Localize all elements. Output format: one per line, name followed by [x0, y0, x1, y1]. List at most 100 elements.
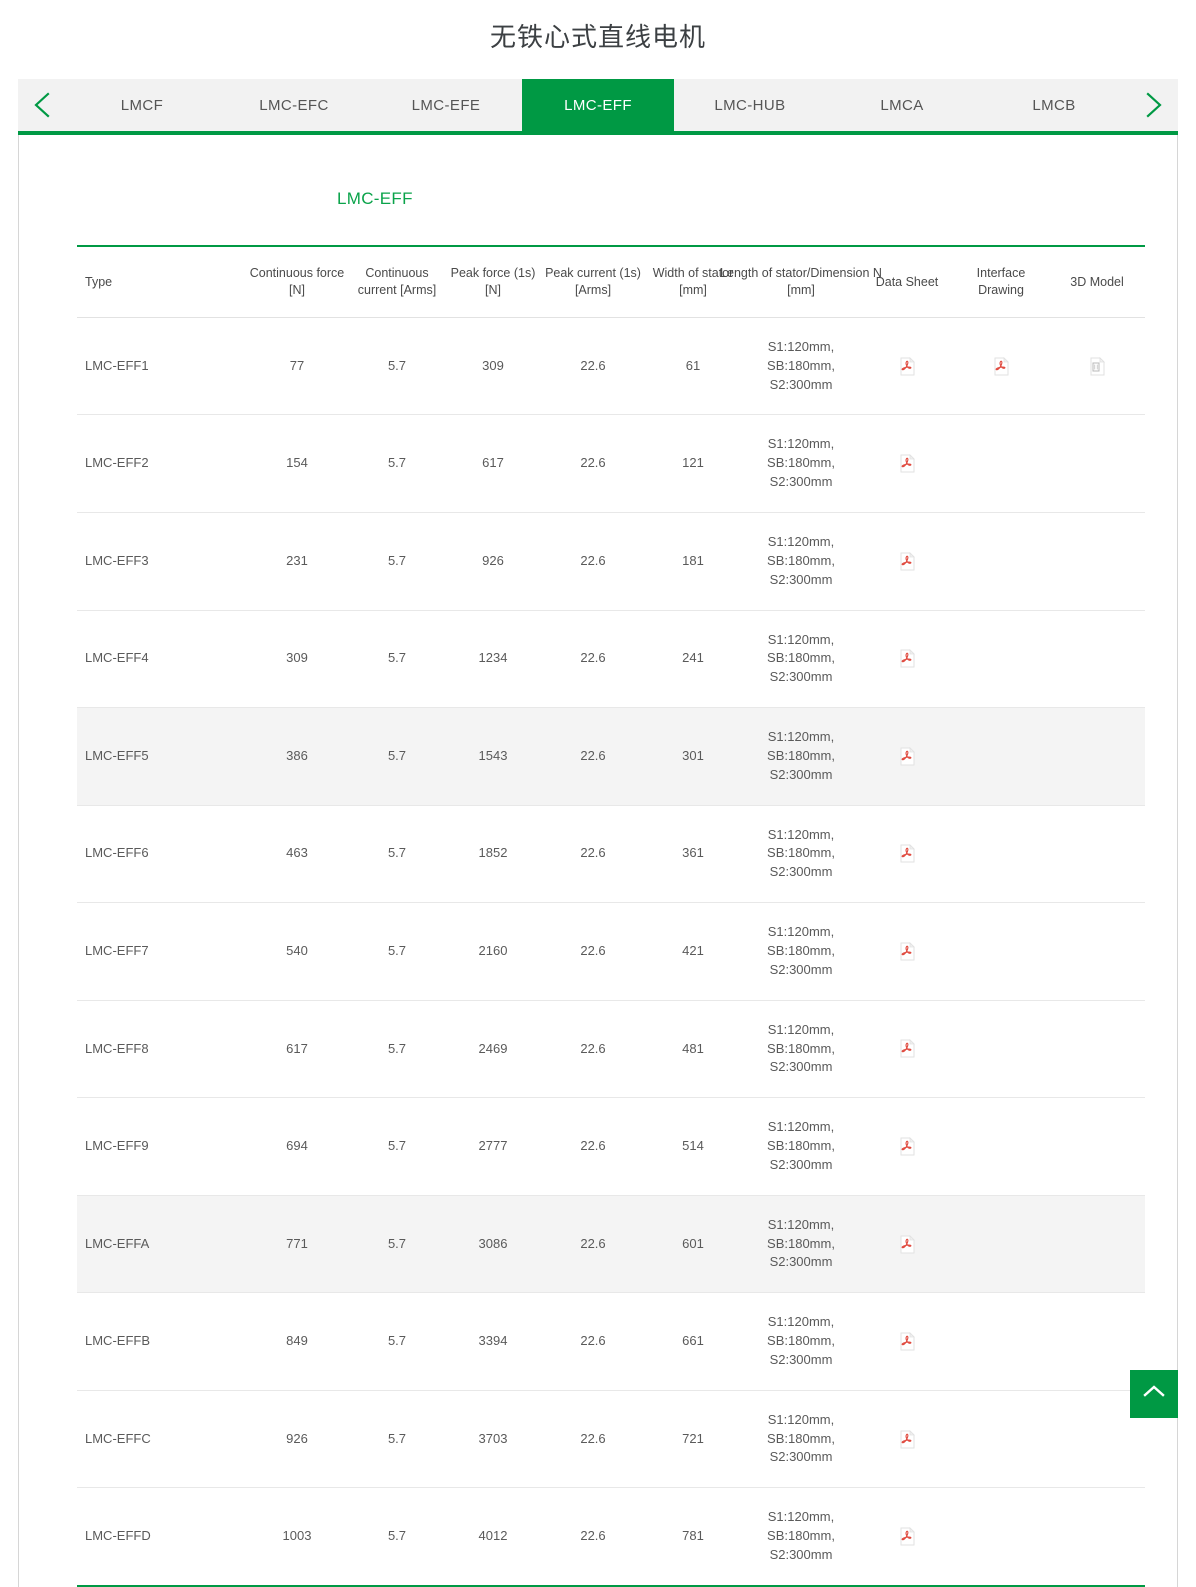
cell-peak-force: 4012 — [478, 1528, 508, 1544]
cell-peak-current: 22.6 — [580, 1528, 606, 1544]
data-sheet-link[interactable] — [899, 1527, 916, 1546]
model-3d-link-cell — [1049, 414, 1145, 513]
cell-continuous-force: 926 — [245, 1390, 349, 1489]
interface-drawing-link-cell — [953, 610, 1049, 709]
cell-peak-current: 22.6 — [541, 1097, 645, 1196]
cell-continuous-force: 154 — [245, 414, 349, 513]
column-header-continuous-force: Continuous force [N] — [245, 246, 349, 318]
cell-length-of-stator: S1:120mm, SB:180mm, S2:300mm — [741, 805, 861, 904]
cell-peak-current: 22.6 — [541, 1195, 645, 1294]
data-sheet-link[interactable] — [899, 1332, 916, 1351]
data-sheet-link[interactable] — [899, 1039, 916, 1058]
data-sheet-link[interactable] — [899, 1137, 916, 1156]
spec-table: Type Continuous force [N] Continuous cur… — [77, 245, 1145, 1587]
tab-label: LMC-EFF — [564, 96, 632, 114]
model-3d-link-cell — [1049, 1195, 1145, 1294]
tab-label: LMC-HUB — [714, 96, 786, 114]
cell-continuous-current: 5.7 — [349, 1292, 445, 1391]
pdf-icon — [900, 1039, 915, 1058]
model-3d-link-cell — [1049, 1097, 1145, 1196]
model-3d-link-cell — [1049, 1488, 1145, 1586]
table-header-row: Type Continuous force [N] Continuous cur… — [77, 246, 1145, 318]
tab-next-arrow[interactable] — [1130, 79, 1178, 131]
pdf-icon — [994, 356, 1009, 376]
interface-drawing-link-cell — [953, 414, 1049, 513]
column-header-interface-drawing: Interface Drawing — [953, 246, 1049, 318]
data-sheet-link[interactable] — [899, 1234, 916, 1254]
cell-peak-force: 1234 — [445, 610, 541, 709]
data-sheet-link[interactable] — [899, 844, 916, 863]
pdf-icon — [900, 844, 915, 863]
cell-continuous-current: 5.7 — [349, 414, 445, 513]
cell-continuous-force: 231 — [245, 512, 349, 611]
data-sheet-link[interactable] — [899, 746, 916, 766]
pdf-icon — [900, 1429, 915, 1449]
tab-lmcb[interactable]: LMCB — [978, 79, 1130, 131]
data-sheet-link-cell — [861, 707, 953, 806]
cell-peak-force: 617 — [445, 414, 541, 513]
interface-drawing-link-cell — [953, 805, 1049, 904]
tab-lmc-eff[interactable]: LMC-EFF — [522, 79, 674, 132]
cell-peak-current: 22.6 — [541, 1000, 645, 1099]
cell-peak-current: 22.6 — [541, 707, 645, 806]
cell-peak-current: 22.6 — [541, 805, 645, 904]
table-row: LMC-EFFD 1003 5.7 4012 22.6 781 S1:120mm, SB:1… — [77, 1488, 1145, 1586]
tab-lmcf[interactable]: LMCF — [66, 79, 218, 131]
cell-width-of-stator: 721 — [645, 1390, 741, 1489]
table-row: LMC-EFF7 540 5.7 2160 22.6 421 S1:120mm, SB:18… — [77, 902, 1145, 1001]
pdf-icon — [900, 941, 915, 961]
cell-peak-current: 22.6 — [541, 1390, 645, 1489]
cell-continuous-current: 5.7 — [349, 317, 445, 416]
pdf-icon — [900, 1527, 915, 1546]
cell-length-of-stator: S1:120mm, SB:180mm, S2:300mm — [741, 1390, 861, 1489]
data-sheet-link[interactable] — [899, 454, 916, 473]
cell-type: LMC-EFF7 — [77, 902, 245, 1001]
cell-continuous-current: 5.7 — [349, 1097, 445, 1196]
data-sheet-link-cell — [861, 1097, 953, 1196]
tab-lmc-efe[interactable]: LMC-EFE — [370, 79, 522, 131]
chevron-left-icon — [31, 90, 53, 120]
data-sheet-link-cell — [861, 610, 953, 709]
pdf-icon — [900, 356, 915, 376]
data-sheet-link[interactable] — [899, 551, 916, 571]
pdf-icon — [900, 1332, 915, 1351]
scroll-to-top-button[interactable] — [1130, 1370, 1178, 1418]
column-header-peak-force: Peak force (1s) [N] — [445, 246, 541, 318]
data-sheet-link-cell — [861, 317, 953, 416]
page-title: 无铁心式直线电机 — [489, 22, 706, 52]
table-row: LMC-EFF8 617 5.7 2469 22.6 481 S1:120mm, SB:18… — [77, 1000, 1145, 1099]
tab-label: LMCA — [880, 96, 924, 114]
model-3d-link-cell — [1049, 805, 1145, 904]
cell-continuous-current: 5.7 — [349, 512, 445, 611]
tab-prev-arrow[interactable] — [18, 79, 66, 131]
cell-width-of-stator: 514 — [645, 1097, 741, 1196]
data-sheet-link[interactable] — [899, 649, 916, 668]
tab-lmca[interactable]: LMCA — [826, 79, 978, 131]
cell-width-of-stator: 421 — [645, 902, 741, 1001]
interface-drawing-link[interactable] — [993, 356, 1010, 376]
model-3d-link-cell — [1049, 512, 1145, 611]
column-header-continuous-current: Continuous current [Arms] — [349, 246, 445, 318]
cell-continuous-force: 77 — [245, 317, 349, 416]
cell-peak-force: 2160 — [445, 902, 541, 1001]
column-header-data-sheet-label: Data Sheet — [875, 274, 939, 289]
tab-label: LMC-EFC — [259, 96, 329, 114]
data-sheet-link[interactable] — [899, 356, 916, 376]
spec-table-body: LMC-EFF1 77 5.7 309 22.6 61 S1:120mm, SB:180mm… — [77, 317, 1145, 1585]
cell-peak-force: 1852 — [445, 805, 541, 904]
interface-drawing-link-cell — [953, 317, 1049, 416]
data-sheet-link[interactable] — [899, 941, 916, 961]
pdf-icon — [900, 551, 915, 571]
cell-length-of-stator: S1:120mm, SB:180mm, S2:300mm — [767, 1509, 835, 1562]
cell-continuous-current: 5.7 — [349, 902, 445, 1001]
table-row: LMC-EFF3 231 5.7 926 22.6 181 S1:120mm, SB:180… — [77, 512, 1145, 611]
tab-lmc-efc[interactable]: LMC-EFC — [218, 79, 370, 131]
table-row: LMC-EFFA 771 5.7 3086 22.6 601 S1:120mm, SB:18… — [77, 1195, 1145, 1294]
cell-width-of-stator: 781 — [682, 1528, 704, 1544]
cell-type: LMC-EFFD — [85, 1528, 151, 1544]
data-sheet-link[interactable] — [899, 1429, 916, 1449]
cell-width-of-stator: 121 — [645, 414, 741, 513]
tab-lmc-hub[interactable]: LMC-HUB — [674, 79, 826, 131]
model-3d-link[interactable] — [1089, 356, 1106, 376]
cell-type: LMC-EFFA — [77, 1195, 245, 1294]
